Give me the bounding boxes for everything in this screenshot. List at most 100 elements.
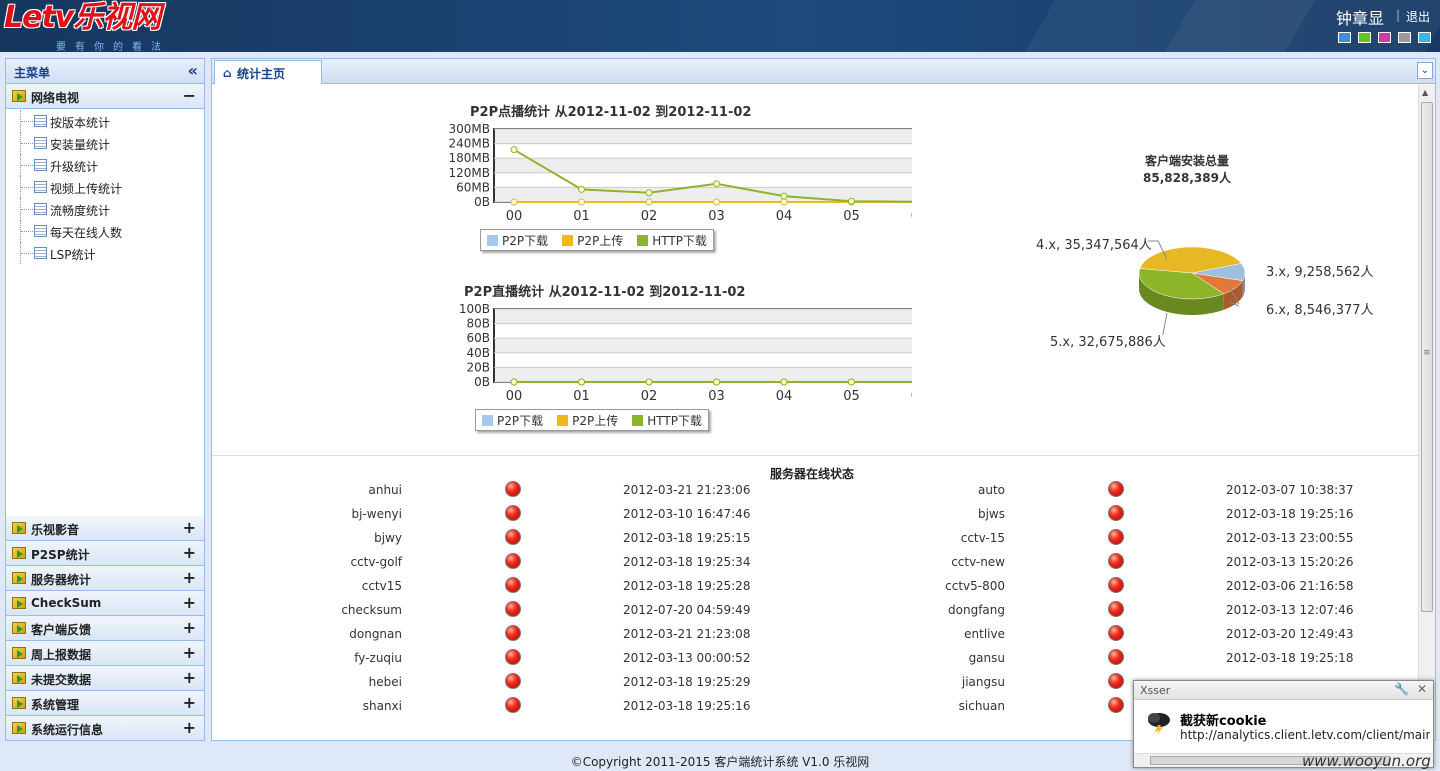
server-status-indicator [1108, 481, 1124, 497]
brand-slogan: 要有你的看法 [56, 42, 170, 52]
server-name: sichuan [958, 699, 1005, 713]
x-tick-label: 00 [506, 209, 523, 221]
report-icon [34, 247, 47, 259]
x-tick-label: 00 [506, 389, 523, 401]
server-name: entlive [964, 627, 1005, 641]
server-status-indicator [1108, 649, 1124, 665]
menu-group[interactable]: 未提交数据 + [6, 666, 204, 691]
sidebar-item[interactable]: 流畅度统计 [6, 198, 204, 220]
sidebar-item[interactable]: LSP统计 [6, 242, 204, 264]
close-icon[interactable]: ✕ [1417, 682, 1427, 696]
wrench-icon[interactable]: 🔧 [1394, 682, 1409, 696]
expand-group-icon[interactable]: + [183, 643, 196, 662]
menu-group-label: 未提交数据 [31, 673, 92, 687]
expand-group-icon[interactable]: + [183, 693, 196, 712]
sidebar-item-label: 每天在线人数 [50, 226, 123, 240]
legend-label: P2P下载 [502, 233, 549, 248]
theme-swatch[interactable] [1338, 32, 1351, 43]
server-status-indicator [1108, 625, 1124, 641]
menu-group[interactable]: 服务器统计 + [6, 566, 204, 591]
x-tick-label: 05 [843, 209, 860, 221]
storm-cloud-icon [1148, 713, 1170, 735]
server-row: bjws 2012-03-18 19:25:16 [212, 505, 1418, 531]
folder-arrow-icon [12, 90, 26, 102]
legend-label: HTTP下载 [647, 413, 702, 428]
expand-group-icon[interactable]: + [183, 618, 196, 637]
server-name: cctv-new [951, 555, 1005, 569]
menu-groups: 乐视影音 + P2SP统计 + 服务器统计 + CheckSum + 客户端反馈 + 周上报数据 + 未… [6, 516, 204, 741]
logout-link[interactable]: 退出 [1406, 8, 1430, 25]
sidebar-item-label: 按版本统计 [50, 116, 111, 130]
expand-group-icon[interactable]: + [183, 568, 196, 587]
legend-item: P2P下载 [487, 232, 548, 249]
sidebar-item[interactable]: 视频上传统计 [6, 176, 204, 198]
vertical-scrollbar[interactable]: ▲ [1418, 85, 1435, 740]
expand-group-icon[interactable]: + [183, 593, 196, 612]
brand-logo[interactable]: Letv乐视网 要有你的看法 [4, 0, 161, 53]
server-last-seen: 2012-03-13 12:07:46 [1226, 603, 1354, 617]
server-status-indicator [1108, 577, 1124, 593]
y-tick-label: 60MB [456, 180, 490, 194]
menu-group[interactable]: 系统管理 + [6, 691, 204, 716]
theme-swatch[interactable] [1358, 32, 1371, 43]
x-tick-label: 02 [641, 209, 658, 221]
legend-label: P2P上传 [572, 413, 619, 428]
collapse-sidebar-icon[interactable]: « [188, 61, 198, 80]
menu-group[interactable]: 周上报数据 + [6, 641, 204, 666]
menu-group-label: P2SP统计 [31, 548, 90, 562]
menu-group-label: 客户端反馈 [31, 623, 92, 637]
folder-arrow-icon [12, 597, 26, 609]
expand-group-icon[interactable]: + [183, 718, 196, 737]
collapse-group-icon[interactable]: − [183, 86, 196, 105]
legend-swatch [562, 234, 574, 246]
menu-group-open[interactable]: 网络电视 − [6, 84, 204, 109]
scroll-up-icon[interactable]: ▲ [1422, 88, 1428, 97]
sidebar-item[interactable]: 升级统计 [6, 154, 204, 176]
legend-swatch [632, 414, 644, 426]
data-point [713, 180, 720, 188]
expand-group-icon[interactable]: + [183, 518, 196, 537]
popup-title: 截获新cookie [1180, 714, 1267, 729]
legend-label: HTTP下载 [652, 233, 707, 248]
server-row: cctv-15 2012-03-13 23:00:55 [212, 529, 1418, 555]
tree-line [20, 242, 33, 264]
menu-group-label: 网络电视 [31, 91, 80, 105]
expand-group-icon[interactable]: + [183, 543, 196, 562]
report-icon [34, 203, 47, 215]
theme-swatch[interactable] [1398, 32, 1411, 43]
menu-group[interactable]: 系统运行信息 + [6, 716, 204, 741]
menu-group[interactable]: P2SP统计 + [6, 541, 204, 566]
sidebar-item[interactable]: 按版本统计 [6, 110, 204, 132]
brand-name: Letv乐视网 [4, 0, 161, 35]
sidebar-item[interactable]: 安装量统计 [6, 132, 204, 154]
menu-group[interactable]: 乐视影音 + [6, 516, 204, 541]
server-name: bjws [977, 507, 1005, 521]
folder-arrow-icon [12, 622, 26, 634]
expand-group-icon[interactable]: + [183, 668, 196, 687]
data-point [713, 378, 720, 386]
legend-swatch [557, 414, 569, 426]
tab-home[interactable]: ⌂ 统计主页 [214, 60, 322, 84]
legend-swatch [637, 234, 649, 246]
main-panel: ⌂ 统计主页 ⌄ P2P点播统计 从2012-11-02 到2012-11-02… [211, 58, 1436, 741]
server-name: dongfang [948, 603, 1005, 617]
watermark: www.wooyun.org [1302, 752, 1431, 770]
y-tick-label: 0B [474, 195, 490, 209]
tab-menu-icon[interactable]: ⌄ [1417, 62, 1433, 79]
menu-group[interactable]: CheckSum + [6, 591, 204, 616]
scroll-thumb[interactable] [1421, 102, 1433, 612]
theme-swatch[interactable] [1418, 32, 1431, 43]
menu-group-label: 乐视影音 [31, 523, 80, 537]
legend-label: P2P下载 [497, 413, 544, 428]
x-tick-label: 05 [843, 389, 860, 401]
server-row: cctv5-800 2012-03-06 21:16:58 [212, 577, 1418, 603]
sidebar-item[interactable]: 每天在线人数 [6, 220, 204, 242]
data-point [780, 198, 788, 206]
folder-arrow-icon [12, 547, 26, 559]
y-tick-label: 40B [466, 346, 490, 360]
pie-label-3x: 3.x, 9,258,562人 [1266, 265, 1374, 280]
theme-swatch[interactable] [1378, 32, 1391, 43]
menu-group[interactable]: 客户端反馈 + [6, 616, 204, 641]
server-name: gansu [968, 651, 1005, 665]
x-tick-label: 01 [573, 389, 590, 401]
